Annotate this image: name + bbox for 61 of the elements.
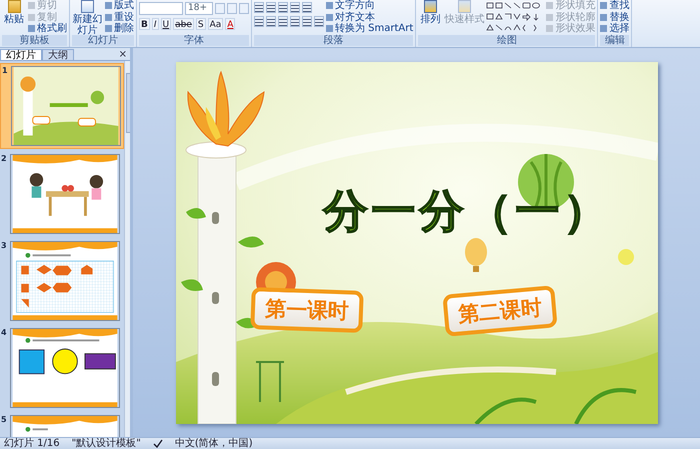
- ribbon-button[interactable]: 转换为 SmartArt: [326, 23, 414, 34]
- ribbon-button[interactable]: 删除: [105, 23, 134, 34]
- ribbon-button[interactable]: 新建幻灯片: [72, 0, 103, 36]
- format-button[interactable]: Aa: [208, 18, 224, 30]
- align-icon[interactable]: [266, 16, 276, 27]
- font-size-field[interactable]: 18+: [185, 2, 213, 15]
- group-label: 段落: [254, 35, 414, 46]
- ribbon-button[interactable]: 重设: [105, 12, 134, 23]
- ribbon-button[interactable]: 替换: [600, 12, 630, 23]
- align-icon[interactable]: [290, 16, 300, 27]
- font-name-field[interactable]: [139, 2, 183, 15]
- ribbon-button[interactable]: 对齐文本: [326, 12, 414, 23]
- list-icon[interactable]: [290, 2, 300, 13]
- slide-number: 2: [1, 154, 8, 163]
- slide-title: 分一分（一）: [324, 184, 612, 238]
- group-label: 幻灯片: [72, 35, 134, 46]
- slide-thumbnail-row[interactable]: 3: [0, 239, 124, 323]
- ribbon-button[interactable]: 排列: [418, 0, 442, 25]
- slide-number: 3: [1, 241, 8, 250]
- slide-number: 1: [2, 66, 9, 75]
- list-icon[interactable]: [254, 2, 264, 13]
- align-icon[interactable]: [254, 16, 264, 27]
- format-button[interactable]: B: [139, 18, 150, 30]
- close-button[interactable]: ×: [116, 49, 130, 60]
- ribbon-button[interactable]: 选择: [600, 23, 630, 34]
- group-label: 字体: [139, 35, 249, 46]
- slide-thumbnail-drawing[interactable]: [10, 328, 120, 408]
- ribbon-button[interactable]: 查找: [600, 0, 630, 12]
- align-icon[interactable]: [314, 16, 324, 27]
- group-label: 编辑: [600, 35, 630, 46]
- list-icon[interactable]: [278, 2, 288, 13]
- ribbon-button[interactable]: 格式刷: [28, 23, 67, 34]
- ribbon-button[interactable]: 版式: [105, 0, 134, 12]
- slide-count: 幻灯片 1/16: [4, 438, 60, 449]
- group-label: 剪贴板: [2, 35, 67, 46]
- align-icon[interactable]: [302, 16, 312, 27]
- slide-thumbnail-row[interactable]: 2: [0, 152, 124, 236]
- slide-thumbnail-drawing[interactable]: [10, 154, 120, 234]
- slide-thumbnail-row[interactable]: 5: [0, 413, 124, 437]
- panel-tab[interactable]: 幻灯片: [0, 49, 42, 60]
- format-button[interactable]: A: [225, 18, 236, 30]
- slide-thumbnail-row[interactable]: 1: [0, 63, 124, 149]
- format-button[interactable]: I: [152, 18, 159, 30]
- language: 中文(简体，中国): [174, 438, 253, 449]
- format-button[interactable]: U: [160, 18, 172, 30]
- slide-thumbnail-drawing[interactable]: [10, 241, 120, 321]
- ribbon-button[interactable]: 粘贴: [2, 0, 26, 25]
- slide-number: 4: [1, 328, 8, 337]
- list-icon[interactable]: [302, 2, 312, 13]
- panel-tab[interactable]: 大纲: [42, 49, 74, 60]
- slide-number: 5: [1, 415, 8, 424]
- slide-thumbnail-row[interactable]: 4: [0, 326, 124, 410]
- format-button[interactable]: abe: [173, 18, 194, 30]
- format-button[interactable]: S: [196, 18, 206, 30]
- list-icon[interactable]: [266, 2, 276, 13]
- group-label: 绘图: [418, 35, 596, 46]
- scrollbar[interactable]: [124, 61, 130, 437]
- theme-name: "默认设计模板": [72, 438, 141, 449]
- spell-check-icon[interactable]: [152, 439, 163, 448]
- slide-thumbnail-drawing[interactable]: [11, 66, 121, 146]
- align-icon[interactable]: [278, 16, 288, 27]
